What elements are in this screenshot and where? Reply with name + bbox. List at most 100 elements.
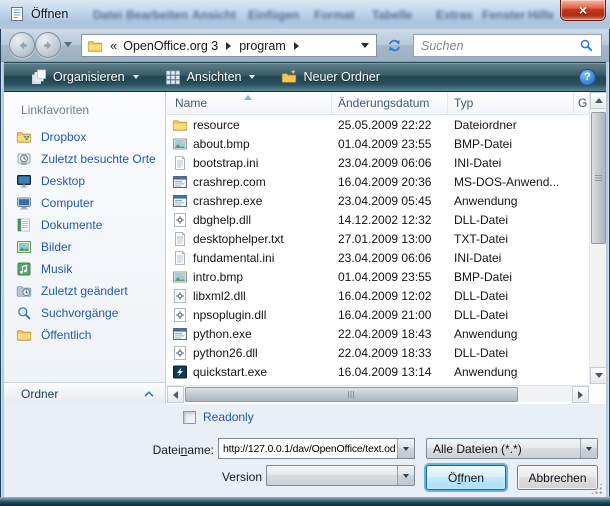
image-icon: [172, 269, 188, 285]
dll-icon: [172, 345, 188, 361]
file-name: resource: [193, 118, 240, 132]
sidebar-item[interactable]: Computer: [4, 192, 165, 214]
filetype-dropdown-button[interactable]: [580, 439, 597, 458]
chevron-down-icon: [403, 474, 409, 478]
refresh-button[interactable]: [381, 34, 408, 57]
file-date: 22.04.2009 18:43: [332, 327, 448, 341]
sidebar-item[interactable]: Suchvorgänge: [4, 302, 165, 324]
file-row[interactable]: resource25.05.2009 22:22Dateiordner: [167, 115, 589, 134]
sidebar-item[interactable]: Desktop: [4, 170, 165, 192]
file-date: 16.04.2009 13:14: [332, 365, 448, 379]
back-arrow-icon: [15, 38, 30, 53]
help-button[interactable]: ?: [579, 69, 596, 86]
text-file-icon: [172, 231, 188, 247]
file-row[interactable]: fundamental.ini23.04.2009 06:06INI-Datei: [167, 248, 589, 267]
readonly-checkbox[interactable]: [183, 411, 196, 424]
file-row[interactable]: bootstrap.ini23.04.2009 06:06INI-Datei: [167, 153, 589, 172]
breadcrumb-separator-icon[interactable]: [294, 42, 299, 50]
sidebar-item[interactable]: Dropbox: [4, 126, 165, 148]
file-type: BMP-Datei: [448, 137, 574, 151]
sidebar-item[interactable]: Zuletzt besuchte Orte: [4, 148, 165, 170]
sidebar-item-label: Computer: [41, 196, 94, 210]
search-box[interactable]: [413, 34, 602, 57]
column-header-size[interactable]: G: [574, 92, 589, 114]
sidebar-item[interactable]: Dokumente: [4, 214, 165, 236]
column-header-type[interactable]: Typ: [448, 92, 574, 114]
scroll-up-button[interactable]: [590, 92, 607, 109]
version-label: Version: [160, 470, 262, 484]
background-menu-item: Format: [314, 8, 355, 22]
computer-icon: [16, 195, 32, 211]
views-button[interactable]: Ansichten: [156, 64, 265, 90]
organize-button[interactable]: Organisieren: [22, 64, 148, 90]
file-row[interactable]: dbghelp.dll14.12.2002 12:32DLL-Datei: [167, 210, 589, 229]
version-dropdown-button[interactable]: [397, 466, 414, 485]
new-folder-button[interactable]: Neuer Ordner: [272, 64, 388, 90]
search-icon: [579, 38, 594, 53]
address-dropdown-icon[interactable]: [361, 43, 369, 48]
scroll-down-button[interactable]: [590, 367, 607, 384]
chevron-down-icon: [133, 75, 139, 79]
breadcrumb-openoffice[interactable]: OpenOffice.org 3: [117, 39, 224, 53]
file-row[interactable]: about.bmp01.04.2009 23:55BMP-Datei: [167, 134, 589, 153]
close-button[interactable]: ×: [561, 0, 605, 20]
file-date: 16.04.2009 21:00: [332, 308, 448, 322]
searches-icon: [16, 305, 32, 321]
scroll-right-button[interactable]: [572, 386, 589, 403]
file-row[interactable]: npsoplugin.dll16.04.2009 21:00DLL-Datei: [167, 305, 589, 324]
sidebar-item[interactable]: Öffentlich: [4, 324, 165, 346]
vertical-scrollbar-thumb[interactable]: [591, 112, 606, 244]
history-dropdown-icon[interactable]: [64, 42, 72, 47]
open-button[interactable]: Öffnen: [426, 465, 506, 490]
app-icon: [172, 174, 188, 190]
organize-icon: [31, 69, 47, 85]
file-date: 23.04.2009 06:06: [332, 251, 448, 265]
search-input[interactable]: [414, 38, 579, 54]
horizontal-scrollbar-thumb[interactable]: [185, 387, 518, 402]
background-menu-item: Ansicht: [192, 8, 236, 22]
vertical-scrollbar[interactable]: [589, 92, 606, 384]
chevron-down-icon: [586, 447, 592, 451]
version-select[interactable]: [266, 465, 415, 486]
text-file-icon: [172, 155, 188, 171]
sort-ascending-icon: [244, 95, 252, 100]
filename-dropdown-button[interactable]: [397, 439, 414, 458]
cancel-button[interactable]: Abbrechen: [517, 465, 598, 490]
dialog-body: Linkfavoriten DropboxZuletzt besuchte Or…: [4, 92, 606, 404]
navigation-bar: « OpenOffice.org 3 program: [1, 29, 609, 62]
music-icon: [16, 261, 32, 277]
forward-button[interactable]: [35, 32, 61, 58]
sidebar-item-label: Dropbox: [41, 130, 86, 144]
breadcrumb-separator-icon[interactable]: [226, 42, 231, 50]
file-type: Anwendung: [448, 194, 574, 208]
address-bar[interactable]: « OpenOffice.org 3 program: [81, 34, 377, 57]
file-row[interactable]: libxml2.dll16.04.2009 12:02DLL-Datei: [167, 286, 589, 305]
file-row[interactable]: desktophelper.txt27.01.2009 13:00TXT-Dat…: [167, 229, 589, 248]
scroll-left-button[interactable]: [167, 386, 184, 403]
filename-input[interactable]: [219, 439, 397, 458]
back-button[interactable]: [9, 32, 35, 58]
file-row[interactable]: python.exe22.04.2009 18:43Anwendung: [167, 324, 589, 343]
titlebar[interactable]: DateiBearbeitenAnsichtEinfügenFormatTabe…: [0, 0, 610, 29]
file-name: crashrep.com: [193, 175, 266, 189]
filetype-select[interactable]: Alle Dateien (*.*): [426, 438, 598, 459]
sidebar-item[interactable]: Musik: [4, 258, 165, 280]
file-row[interactable]: quickstart.exe16.04.2009 13:14Anwendung: [167, 362, 589, 381]
documents-icon: [16, 217, 32, 233]
sidebar-item[interactable]: Bilder: [4, 236, 165, 258]
breadcrumb-program[interactable]: program: [233, 39, 292, 53]
file-name: fundamental.ini: [193, 251, 274, 265]
file-row[interactable]: intro.bmp01.04.2009 23:55BMP-Datei: [167, 267, 589, 286]
file-type: Dateiordner: [448, 118, 574, 132]
horizontal-scrollbar[interactable]: [167, 385, 589, 402]
background-menu-item: Hilfe: [528, 8, 554, 22]
folders-expander[interactable]: Ordner: [4, 382, 165, 404]
file-row[interactable]: crashrep.com16.04.2009 20:36MS-DOS-Anwen…: [167, 172, 589, 191]
desktop-icon: [16, 173, 32, 189]
sidebar-item[interactable]: Zuletzt geändert: [4, 280, 165, 302]
breadcrumb-overflow[interactable]: «: [110, 38, 117, 53]
sidebar-item-label: Öffentlich: [41, 328, 91, 342]
file-row[interactable]: crashrep.exe23.04.2009 05:45Anwendung: [167, 191, 589, 210]
file-row[interactable]: python26.dll22.04.2009 18:33DLL-Datei: [167, 343, 589, 362]
column-header-date[interactable]: Änderungsdatum: [332, 92, 448, 114]
